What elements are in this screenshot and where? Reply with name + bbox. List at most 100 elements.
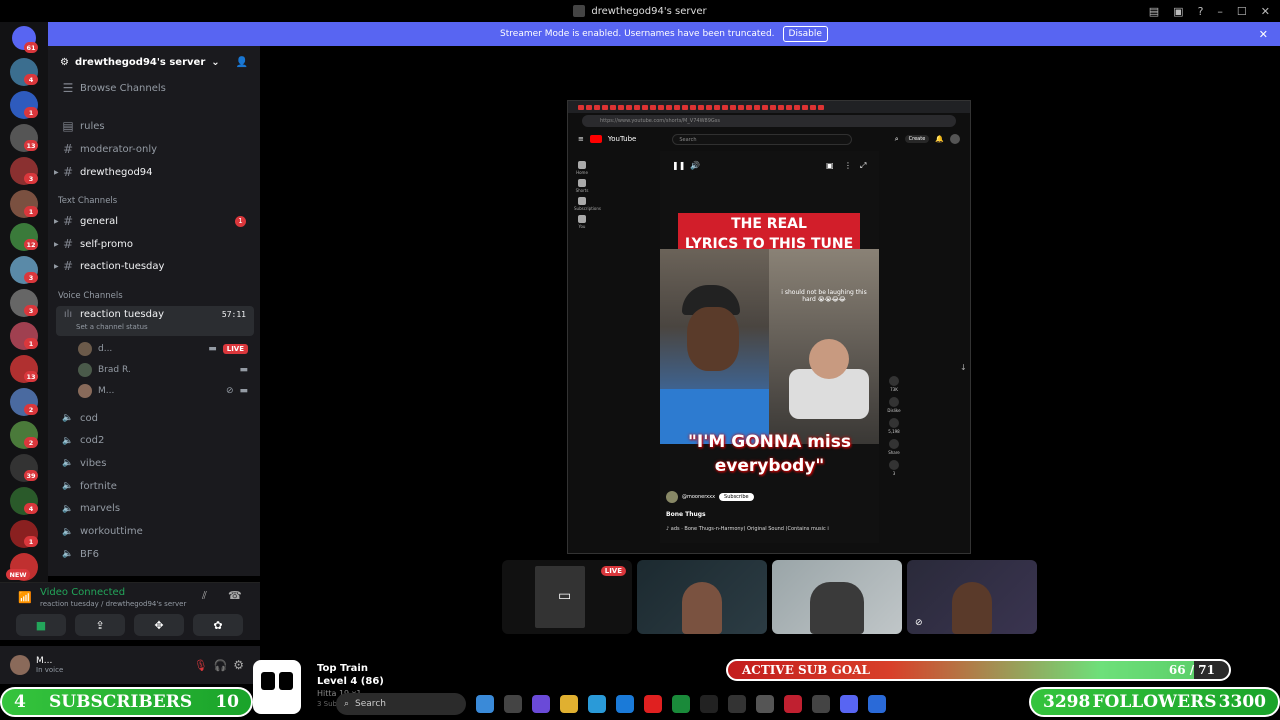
disable-button[interactable]: Disable [782, 26, 828, 42]
nav-you[interactable]: You [579, 224, 586, 229]
avatar[interactable] [950, 134, 960, 144]
browser-tabs [568, 101, 970, 113]
voice-user[interactable]: d... ▬ LIVE [78, 340, 248, 358]
window-title: drewthegod94's server [591, 5, 707, 17]
shorts-video[interactable]: ❚❚ 🔊 ▣ ⋮ ⤢ THE REAL LYRICS TO THIS TUNE … [660, 151, 879, 543]
discord-icon[interactable] [840, 695, 858, 713]
obs-icon[interactable] [728, 695, 746, 713]
channel-moderator-only[interactable]: # moderator-only [56, 139, 254, 159]
create-button[interactable]: Create [904, 135, 930, 143]
channel-info: @moonerxxx Subscribe [666, 491, 754, 503]
app-icon[interactable] [868, 695, 886, 713]
fullscreen-icon[interactable]: ⤢ [860, 161, 866, 171]
voice-channel[interactable]: 🔈 vibes [56, 453, 254, 473]
stream-tile-user-3[interactable]: ⊘ [907, 560, 1037, 634]
screen-icon[interactable]: ▣ [1173, 5, 1183, 18]
avatar [78, 342, 92, 356]
voice-channel[interactable]: 🔈 fortnite [56, 476, 254, 496]
comment-count[interactable]: 5,198 [888, 429, 899, 434]
volume-icon[interactable]: 🔊 [690, 161, 700, 170]
shared-screen-youtube[interactable]: https://www.youtube.com/shorts/M_V74W89G… [567, 100, 971, 554]
search-icon[interactable]: ⌕ [895, 135, 899, 144]
edge-icon[interactable] [588, 695, 606, 713]
help-icon[interactable]: ? [1198, 5, 1204, 18]
person [809, 339, 849, 379]
voice-user[interactable]: Brad R. ▬ [78, 361, 248, 379]
video-title[interactable]: Bone Thugs [666, 511, 706, 518]
voice-channel[interactable]: 🔈 marvels [56, 499, 254, 519]
voice-channel[interactable]: 🔈 workouttime [56, 522, 254, 542]
channel-rules[interactable]: ▤ rules [56, 116, 254, 136]
notifications-icon[interactable]: 🔔 [935, 135, 944, 143]
channel-self-promo[interactable]: ▶ # self-promo [54, 234, 254, 254]
camera-button[interactable]: ■ [16, 614, 66, 636]
maximize-icon[interactable]: ☐ [1237, 5, 1247, 18]
disconnect-icon[interactable]: ☎ [228, 589, 242, 602]
channel-handle[interactable]: @moonerxxx [682, 494, 715, 500]
inbox-icon[interactable]: ▤ [1149, 5, 1159, 18]
close-window-icon[interactable]: ✕ [1261, 5, 1270, 18]
opera-icon[interactable] [784, 695, 802, 713]
channel-drewthegod94[interactable]: ▶ # drewthegod94 [54, 162, 254, 182]
pause-icon[interactable]: ❚❚ [672, 161, 685, 170]
copilot-icon[interactable] [476, 695, 494, 713]
stream-tile-user-2[interactable] [772, 560, 902, 634]
voice-connected-subtitle[interactable]: reaction tuesday / drewthegod94's server [40, 600, 186, 608]
youtube-icon[interactable] [644, 695, 662, 713]
remix-count[interactable]: 3 [893, 471, 896, 476]
avatar[interactable] [10, 655, 30, 675]
voice-channel[interactable]: 🔈 BF6 [56, 544, 254, 564]
settings-icon[interactable]: ⚙ [233, 658, 244, 672]
channel-general[interactable]: ▶ # general 1 [54, 211, 254, 231]
nav-home[interactable]: Home [576, 170, 588, 175]
screenshare-button[interactable]: ⇪ [75, 614, 125, 636]
category-voice-channels[interactable]: Voice Channels [58, 291, 123, 301]
nav-shorts[interactable]: Shorts [576, 188, 589, 193]
channel-status[interactable]: Set a channel status [76, 323, 148, 331]
xbox-icon[interactable] [672, 695, 690, 713]
headset-icon[interactable]: 🎧 [214, 659, 228, 672]
stream-tile-user-1[interactable] [637, 560, 767, 634]
file-explorer-icon[interactable] [560, 695, 578, 713]
captions-icon[interactable]: ▣ [826, 161, 834, 170]
capcut-icon[interactable] [812, 695, 830, 713]
nav-subscriptions[interactable]: Subscriptions [574, 206, 601, 211]
audio-info[interactable]: ♪ ads · Bone Thugs-n-Harmony) Original S… [666, 526, 829, 532]
taskbar-search[interactable]: ⌕ Search [336, 693, 466, 715]
next-video-icon[interactable]: ↓ [960, 363, 967, 372]
more-icon[interactable]: ⋮ [844, 161, 852, 170]
stream-tile-screenshare[interactable]: ▭ LIVE [502, 560, 632, 634]
subscribe-button[interactable]: Subscribe [719, 493, 754, 501]
game-icon[interactable] [756, 695, 774, 713]
voice-channel[interactable]: 🔈 cod2 [56, 431, 254, 451]
voice-channel-active[interactable]: ılı reaction tuesday 57:11 Set a channel… [56, 306, 254, 336]
youtube-logo-icon[interactable] [589, 135, 602, 143]
server-header[interactable]: ⚙ drewthegod94's server ⌄ 👤 [48, 46, 260, 78]
activities-button[interactable]: ✥ [134, 614, 184, 636]
youtube-search-input[interactable]: Search [672, 133, 853, 145]
category-text-channels[interactable]: Text Channels [58, 196, 117, 206]
channel-reaction-tuesday[interactable]: ▶ # reaction-tuesday [54, 256, 254, 276]
mute-mic-icon[interactable]: 🎙 [194, 659, 208, 672]
minimize-icon[interactable]: – [1217, 5, 1223, 18]
address-bar[interactable]: https://www.youtube.com/shorts/M_V74W89G… [582, 115, 956, 127]
dislike-label[interactable]: Dislike [887, 408, 900, 413]
voice-channel-label: workouttime [80, 526, 143, 537]
subscribers-label: SUBSCRIBERS [49, 692, 193, 712]
voice-user[interactable]: M... ⊘ ▬ [78, 382, 248, 400]
like-count[interactable]: 73K [890, 387, 898, 392]
share-label[interactable]: Share [888, 450, 900, 455]
soundboard-button[interactable]: ✿ [193, 614, 243, 636]
store-icon[interactable] [616, 695, 634, 713]
close-icon[interactable]: ✕ [1259, 28, 1268, 41]
task-view-icon[interactable] [504, 695, 522, 713]
teams-icon[interactable] [532, 695, 550, 713]
browse-channels[interactable]: ☰ Browse Channels [56, 78, 254, 98]
voice-channel[interactable]: 🔈 cod [56, 408, 254, 428]
add-member-icon[interactable]: 👤 [236, 57, 248, 68]
menu-icon[interactable]: ≡ [578, 135, 584, 143]
signal-icon[interactable]: 📶 [18, 591, 32, 604]
tiktok-icon[interactable] [700, 695, 718, 713]
channel-avatar[interactable] [666, 491, 678, 503]
noise-suppression-icon[interactable]: ⫽ [202, 589, 207, 603]
